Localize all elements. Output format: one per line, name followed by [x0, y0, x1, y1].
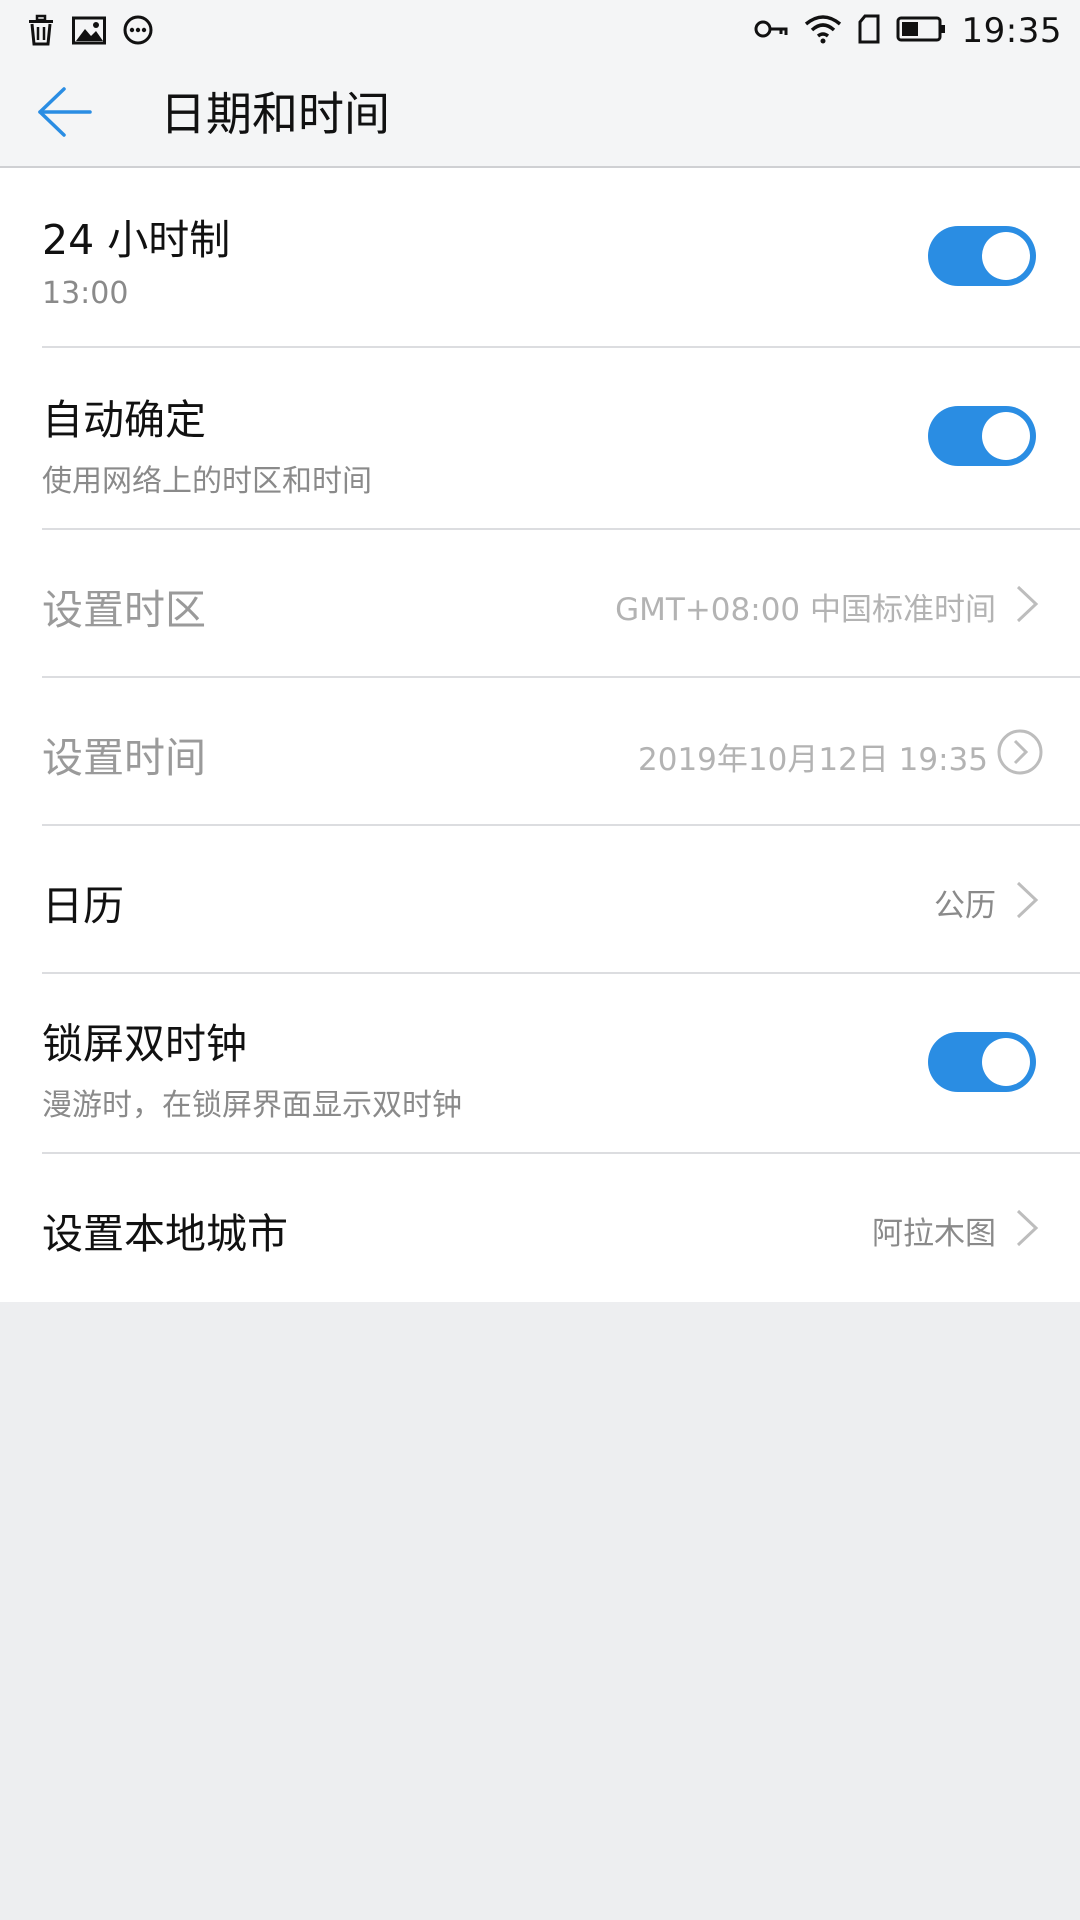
setting-row-local-city[interactable]: 设置本地城市 阿拉木图	[0, 1154, 1080, 1302]
wifi-icon	[804, 14, 842, 48]
status-time: 19:35	[961, 11, 1062, 51]
dual-clock-toggle[interactable]	[928, 1032, 1036, 1092]
status-left-icons	[26, 14, 154, 50]
toggle-knob	[982, 412, 1030, 460]
setting-value: 阿拉木图	[872, 1216, 996, 1252]
setting-row-auto[interactable]: 自动确定 使用网络上的时区和时间	[0, 348, 1080, 530]
setting-title: 日历	[42, 882, 124, 930]
hour24-toggle[interactable]	[928, 226, 1036, 286]
auto-toggle[interactable]	[928, 406, 1036, 466]
setting-row-dual-clock[interactable]: 锁屏双时钟 漫游时，在锁屏界面显示双时钟	[0, 974, 1080, 1154]
arrow-left-icon	[36, 86, 92, 142]
chevron-right-icon	[1014, 1208, 1040, 1248]
setting-row-24-hour[interactable]: 24 小时制 13:00	[0, 168, 1080, 348]
setting-subtitle: 使用网络上的时区和时间	[42, 464, 372, 499]
chevron-circle-right-icon	[996, 728, 1044, 776]
setting-title: 设置时间	[42, 734, 206, 782]
app-bar: 日期和时间	[0, 62, 1080, 168]
page-title: 日期和时间	[160, 87, 390, 141]
setting-row-timezone[interactable]: 设置时区 GMT+08:00 中国标准时间	[0, 530, 1080, 678]
sim-card-icon	[858, 14, 880, 48]
toggle-knob	[982, 1038, 1030, 1086]
key-icon	[754, 18, 788, 44]
setting-title: 锁屏双时钟	[42, 1020, 247, 1068]
settings-list: 24 小时制 13:00 自动确定 使用网络上的时区和时间 设置时区 GMT+0…	[0, 168, 1080, 1302]
setting-title: 设置本地城市	[42, 1210, 288, 1258]
setting-title: 设置时区	[42, 586, 206, 634]
setting-subtitle: 13:00	[42, 276, 129, 311]
image-icon	[72, 15, 106, 49]
chevron-right-icon	[1014, 584, 1040, 624]
message-icon	[122, 14, 154, 50]
setting-value: GMT+08:00 中国标准时间	[615, 592, 996, 628]
status-right-icons: 19:35	[754, 8, 1062, 54]
setting-subtitle: 漫游时，在锁屏界面显示双时钟	[42, 1088, 462, 1123]
trash-icon	[26, 14, 56, 50]
battery-icon	[896, 15, 946, 47]
setting-row-time[interactable]: 设置时间 2019年10月12日 19:35	[0, 678, 1080, 826]
chevron-right-icon	[1014, 880, 1040, 920]
status-bar: 19:35	[0, 0, 1080, 62]
setting-value: 公历	[934, 888, 996, 924]
setting-title: 自动确定	[42, 396, 206, 444]
setting-title: 24 小时制	[42, 216, 231, 264]
setting-value: 2019年10月12日 19:35	[638, 742, 988, 778]
toggle-knob	[982, 232, 1030, 280]
back-button[interactable]	[32, 84, 96, 144]
setting-row-calendar[interactable]: 日历 公历	[0, 826, 1080, 974]
